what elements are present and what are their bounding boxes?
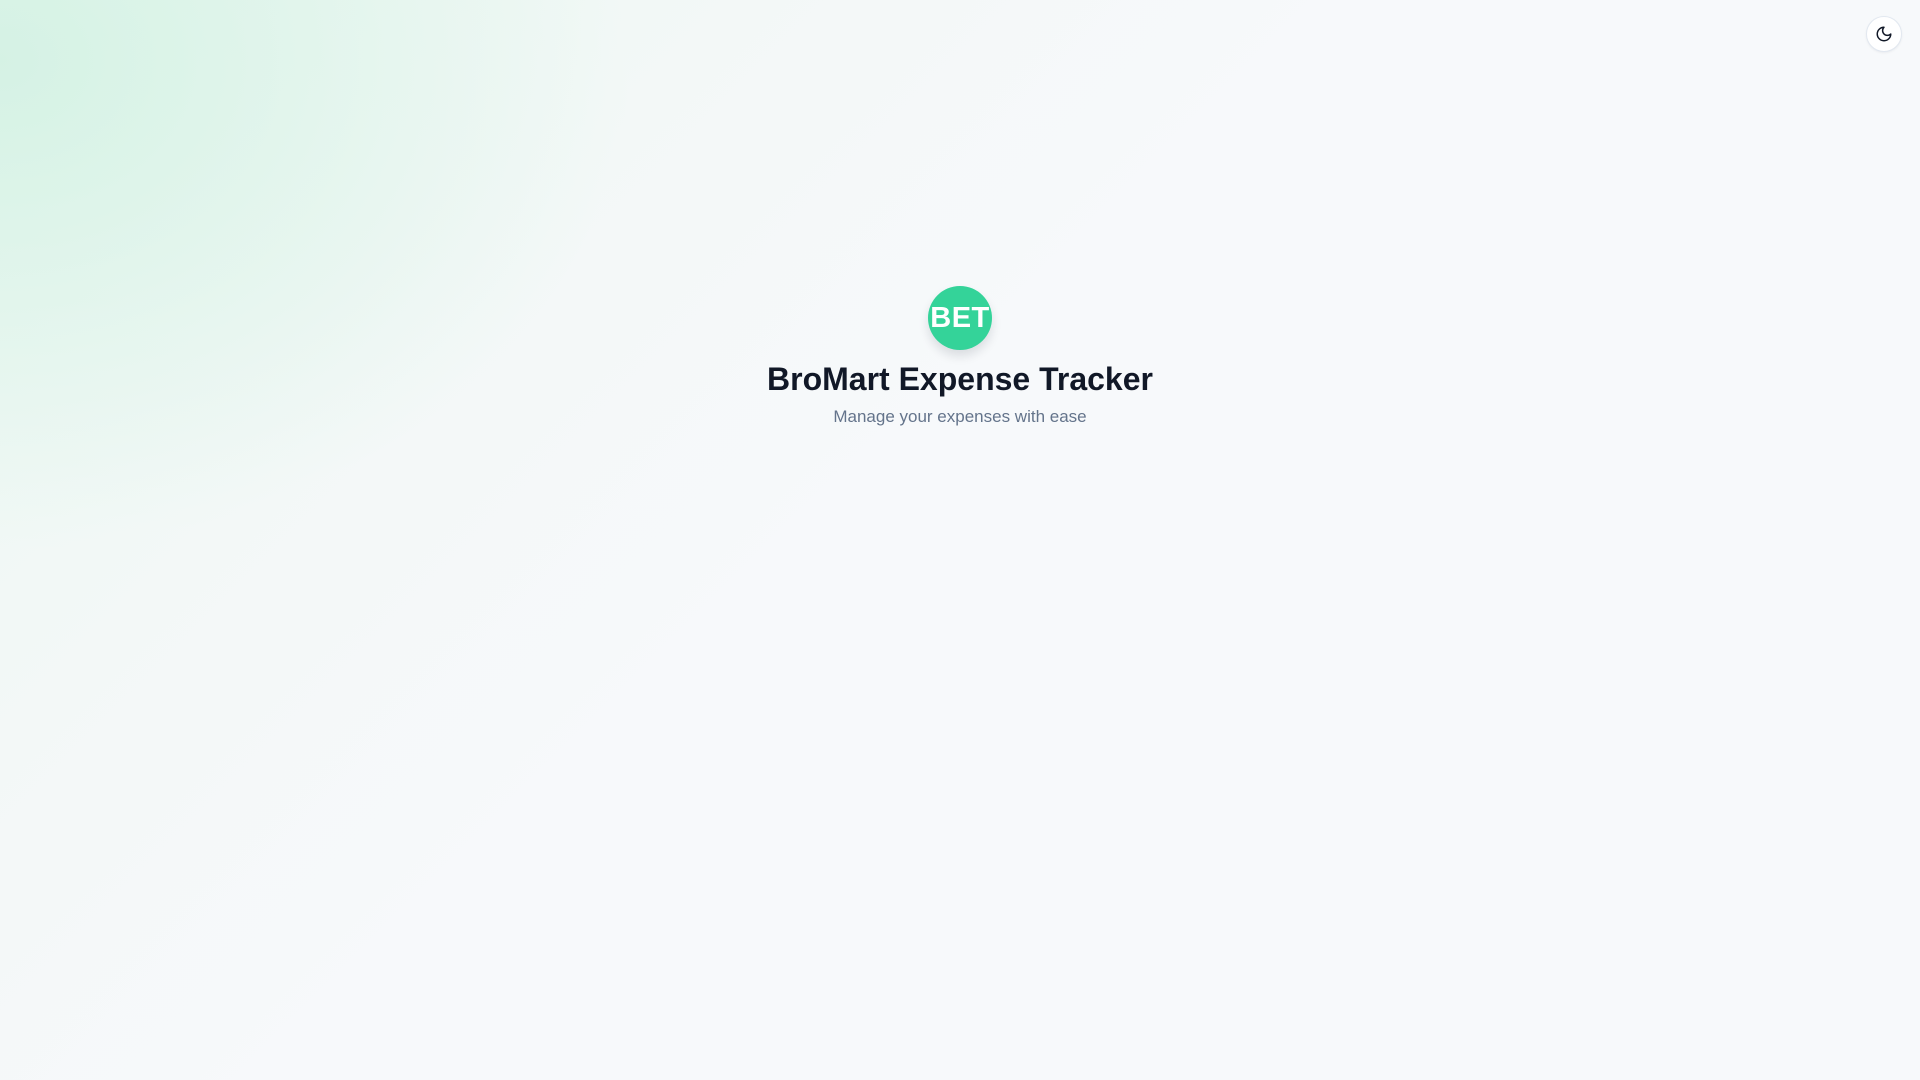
moon-icon [1875, 25, 1893, 43]
hero: BET BroMart Expense Tracker Manage your … [0, 286, 1920, 429]
app-subtitle: Manage your expenses with ease [833, 407, 1087, 426]
app-logo: BET [928, 286, 992, 350]
app-title: BroMart Expense Tracker [767, 361, 1153, 397]
theme-toggle-button[interactable] [1866, 16, 1902, 52]
